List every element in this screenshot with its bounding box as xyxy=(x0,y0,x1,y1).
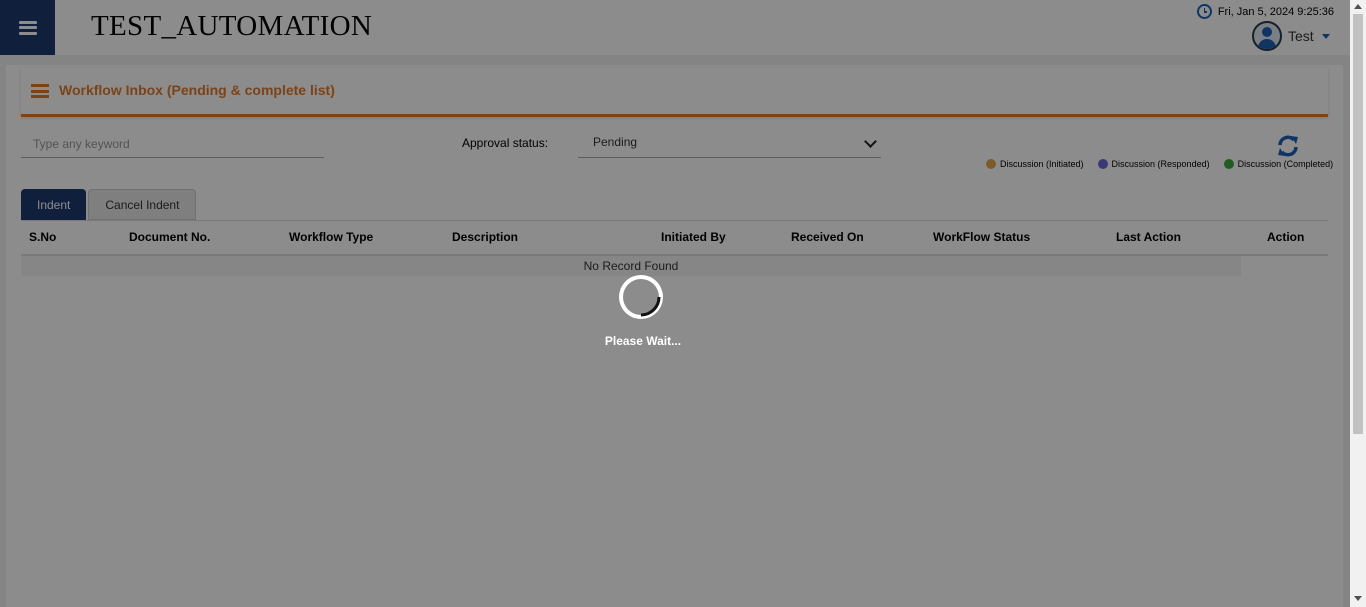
scroll-down-icon[interactable] xyxy=(1354,596,1362,601)
loading-overlay: Please Wait... xyxy=(0,0,1350,607)
app-root: TEST_AUTOMATION Fri, Jan 5, 2024 9:25:36… xyxy=(0,0,1350,607)
spinner-icon xyxy=(619,275,663,319)
scroll-up-icon[interactable] xyxy=(1354,4,1362,9)
loading-message: Please Wait... xyxy=(604,334,682,348)
scroll-thumb[interactable] xyxy=(1353,14,1363,434)
vertical-scrollbar[interactable] xyxy=(1350,0,1366,607)
